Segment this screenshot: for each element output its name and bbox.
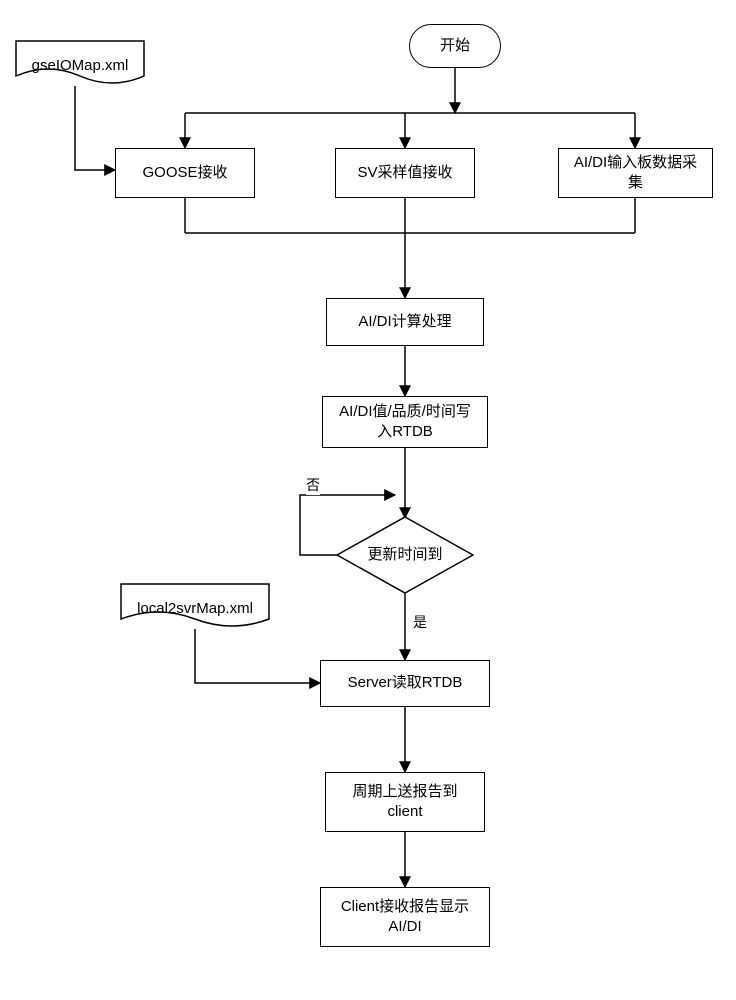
aidi-calc-label: AI/DI计算处理: [358, 312, 451, 332]
decision-update-time: 更新时间到: [336, 516, 474, 594]
aidi-write-label: AI/DI值/品质/时间写 入RTDB: [339, 402, 471, 443]
aidi-board-collect: AI/DI输入板数据采 集: [558, 148, 713, 198]
decision-yes-label: 是: [413, 612, 427, 632]
decision-label: 更新时间到: [367, 545, 442, 565]
aidi-board-label: AI/DI输入板数据采 集: [574, 153, 697, 194]
client-show-label: Client接收报告显示 AI/DI: [341, 897, 469, 938]
aidi-write-rtdb: AI/DI值/品质/时间写 入RTDB: [322, 396, 488, 448]
client-show: Client接收报告显示 AI/DI: [320, 887, 490, 947]
aidi-calc: AI/DI计算处理: [326, 298, 484, 346]
server-read-label: Server读取RTDB: [348, 673, 463, 693]
goose-receive-label: GOOSE接收: [142, 163, 227, 183]
periodic-report: 周期上送报告到 client: [325, 772, 485, 832]
file-gseiomap-label: gseIOMap.xml: [15, 50, 145, 76]
file-gseiomap: gseIOMap.xml: [15, 40, 145, 86]
periodic-report-label: 周期上送报告到 client: [352, 782, 457, 823]
file-local2svrmap-label: local2svrMap.xml: [120, 593, 270, 619]
server-read-rtdb: Server读取RTDB: [320, 660, 490, 707]
start-label: 开始: [440, 36, 470, 56]
sv-receive-label: SV采样值接收: [357, 163, 452, 183]
start-node: 开始: [409, 24, 501, 68]
sv-receive: SV采样值接收: [335, 148, 475, 198]
file-local2svrmap: local2svrMap.xml: [120, 583, 270, 629]
goose-receive: GOOSE接收: [115, 148, 255, 198]
decision-no-label: 否: [306, 475, 320, 495]
